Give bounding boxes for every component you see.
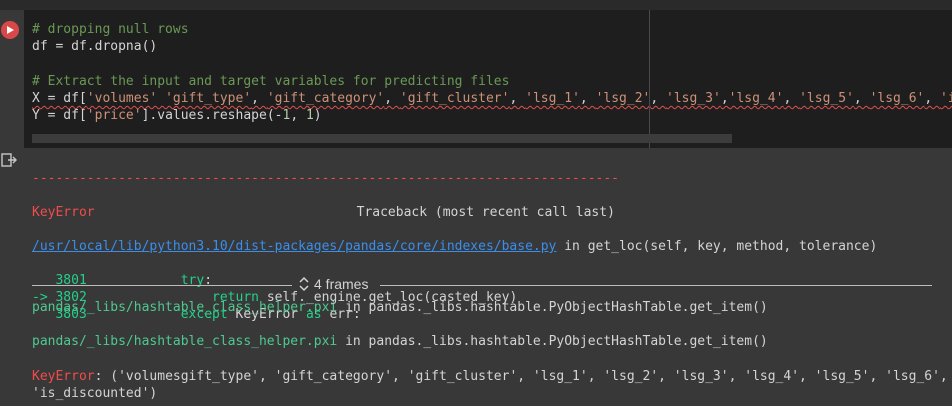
code-token: ].values.reshape(- — [141, 107, 283, 123]
frame2-in: in pandas._libs.hashtable.PyObjectHashTa… — [337, 334, 768, 349]
code-cell[interactable]: # dropping null rows df = df.dropna() # Ex… — [24, 10, 952, 148]
code-line[interactable]: Y = df['price'].values.reshape(-1, 1) — [32, 107, 952, 124]
frame2-file[interactable]: pandas/_libs/hashtable_class_helper.pxi — [32, 334, 337, 349]
code-token: 'lsg_5' — [799, 90, 854, 106]
code-token: # Extract the input and target variables… — [32, 73, 510, 89]
code-line[interactable]: # Extract the input and target variables… — [32, 73, 952, 90]
code-token: 'lsg_6' — [869, 90, 925, 106]
code-token: X = df[ — [32, 90, 87, 106]
code-line[interactable] — [32, 55, 952, 72]
code-token: , — [924, 90, 941, 106]
horizontal-scrollbar[interactable] — [32, 134, 732, 143]
code-token: 'volumes' 'gift_type' — [86, 90, 252, 106]
code-token: df = df.dropna() — [32, 39, 158, 55]
run-cell-button[interactable] — [1, 21, 19, 39]
code-line[interactable]: df = df.dropna() — [32, 38, 952, 55]
final-error-cont: 'is_discounted') — [32, 385, 157, 402]
code-token: , — [290, 107, 306, 123]
code-token: , — [853, 90, 870, 106]
code-token: 'lsg_1' — [525, 90, 580, 106]
code-editor[interactable]: # dropping null rows df = df.dropna() # Ex… — [32, 21, 952, 124]
final-error-msg: : ('volumesgift_type', 'gift_category', … — [94, 369, 948, 384]
frame-line-1: pandas/_libs/hashtable_class_helper.pxi … — [32, 299, 768, 316]
final-error-msg2: 'is_discounted') — [32, 386, 158, 401]
code-token: 'is — [940, 90, 952, 106]
code-token: , — [579, 90, 596, 106]
frame1-in: in pandas._libs.hashtable.PyObjectHashTa… — [337, 300, 768, 315]
top-bar — [0, 0, 952, 10]
code-token: 'gift_cluster' — [399, 90, 510, 106]
frames-rule-left — [32, 285, 292, 286]
frame1-file[interactable]: pandas/_libs/hashtable_class_helper.pxi — [32, 300, 337, 315]
frames-label: 4 frames — [314, 276, 369, 292]
code-token: , — [384, 90, 400, 106]
frames-expander[interactable]: 4 frames — [32, 275, 932, 295]
code-token: 'lsg_4' — [728, 90, 784, 106]
error-name: KeyError — [32, 205, 95, 220]
frame-line-2: pandas/_libs/hashtable_class_helper.pxi … — [32, 333, 768, 350]
code-token: Y = df[ — [32, 107, 87, 123]
code-token: 'gift_category' — [266, 90, 385, 106]
code-token: , — [251, 90, 267, 106]
traceback-header: Traceback (most recent call last) — [356, 205, 615, 220]
final-error: KeyError: ('volumesgift_type', 'gift_cat… — [32, 368, 948, 385]
code-token: 'price' — [86, 107, 142, 123]
code-line[interactable]: # dropping null rows — [32, 21, 952, 38]
code-token: , — [650, 90, 667, 106]
code-token: 'lsg_3' — [666, 90, 721, 106]
traceback-dashes: ----------------------------------------… — [32, 171, 619, 186]
run-cell-icon — [7, 26, 14, 34]
final-error-name: KeyError — [32, 369, 95, 384]
output-icon[interactable] — [0, 152, 18, 168]
code-token: , — [509, 90, 526, 106]
code-token: 'lsg_2' — [595, 90, 651, 106]
code-token: , — [720, 90, 729, 106]
code-token: , — [783, 90, 800, 106]
expand-frames-icon — [299, 276, 309, 292]
code-token: ) — [313, 107, 322, 123]
code-token: 1 — [305, 107, 314, 123]
code-token: # dropping null rows — [32, 22, 189, 37]
file-link[interactable]: /usr/local/lib/python3.10/dist-packages/… — [32, 239, 556, 254]
file-in-text: in get_loc(self, key, method, tolerance) — [556, 239, 878, 254]
ruler-line — [649, 10, 650, 148]
code-line[interactable]: X = df['volumes' 'gift_type', 'gift_cate… — [32, 90, 952, 107]
frames-rule-right — [380, 285, 932, 286]
